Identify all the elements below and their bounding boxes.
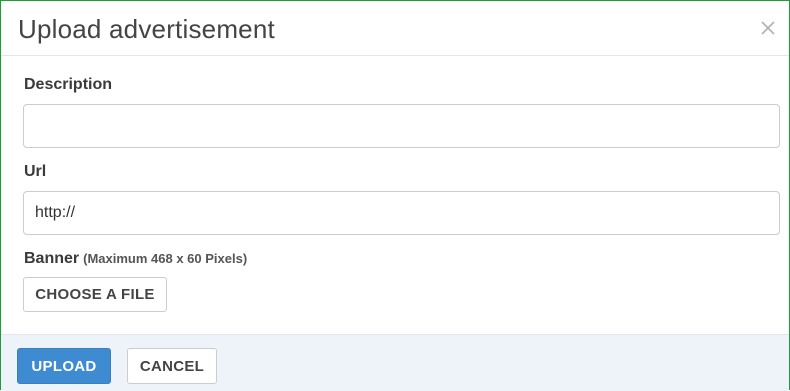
banner-label-row: Banner (Maximum 468 x 60 Pixels) [24, 250, 247, 268]
choose-file-button[interactable]: CHOOSE A FILE [23, 277, 167, 312]
banner-size-hint: (Maximum 468 x 60 Pixels) [83, 251, 248, 266]
description-input[interactable] [23, 104, 780, 148]
dialog-title: Upload advertisement [18, 14, 275, 44]
description-label: Description [24, 76, 113, 93]
dialog-footer: UPLOAD CANCEL [1, 334, 789, 391]
upload-advertisement-dialog: Upload advertisement Description Url Ban… [0, 0, 790, 391]
banner-label: Banner [24, 250, 80, 267]
url-input[interactable] [23, 191, 780, 235]
dialog-header: Upload advertisement [1, 1, 789, 56]
cancel-button[interactable]: CANCEL [127, 348, 217, 384]
close-icon[interactable] [755, 15, 781, 41]
upload-button[interactable]: UPLOAD [17, 348, 111, 384]
url-label: Url [24, 163, 47, 180]
